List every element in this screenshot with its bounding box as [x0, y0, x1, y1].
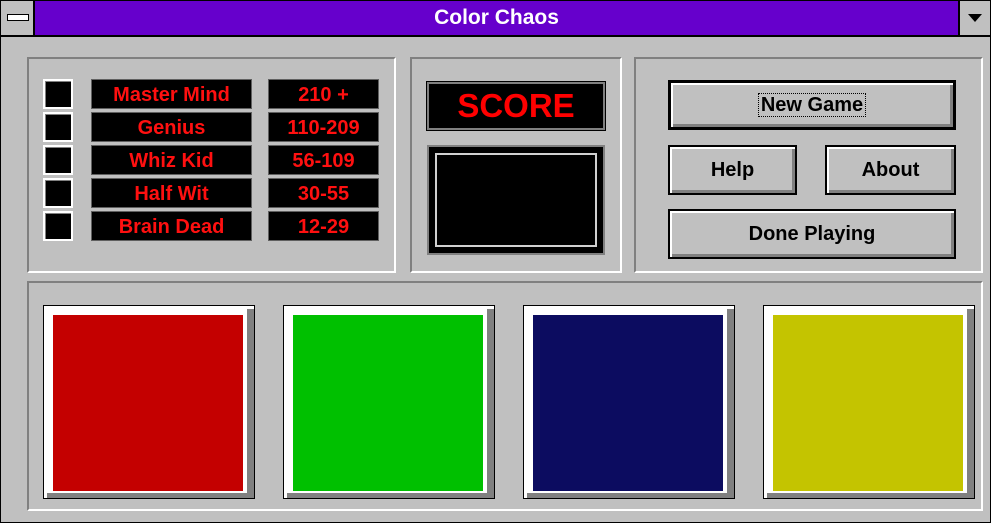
rank-row: Master Mind 210 +	[43, 79, 383, 109]
about-button[interactable]: About	[825, 145, 956, 195]
color-buttons-panel	[27, 281, 983, 511]
rank-name: Master Mind	[91, 79, 252, 109]
minimize-button[interactable]	[958, 1, 990, 35]
green-square	[293, 315, 483, 491]
help-button[interactable]: Help	[668, 145, 797, 195]
rank-row: Genius 110-209	[43, 112, 383, 142]
rank-indicator-light	[43, 79, 73, 109]
rank-row: Half Wit 30-55	[43, 178, 383, 208]
system-menu-button[interactable]	[1, 1, 35, 35]
rank-name: Half Wit	[91, 178, 252, 208]
rank-score-range: 30-55	[268, 178, 379, 208]
rank-indicator-light	[43, 145, 73, 175]
rank-indicator-light	[43, 178, 73, 208]
rank-row: Brain Dead 12-29	[43, 211, 383, 241]
done-playing-button[interactable]: Done Playing	[668, 209, 956, 259]
new-game-label: New Game	[757, 93, 867, 117]
rankings-panel: Master Mind 210 + Genius 110-209 Whiz Ki…	[27, 57, 396, 273]
score-display-frame	[435, 153, 597, 247]
rank-score-range: 110-209	[268, 112, 379, 142]
game-window: Color Chaos Master Mind 210 + Genius 110…	[0, 0, 991, 523]
arrow-down-icon	[968, 14, 982, 22]
rank-score-range: 56-109	[268, 145, 379, 175]
yellow-square	[773, 315, 963, 491]
rank-name: Whiz Kid	[91, 145, 252, 175]
rank-score-range: 12-29	[268, 211, 379, 241]
rank-name: Genius	[91, 112, 252, 142]
rank-name: Brain Dead	[91, 211, 252, 241]
yellow-color-button[interactable]	[763, 305, 975, 499]
rank-row: Whiz Kid 56-109	[43, 145, 383, 175]
score-panel: SCORE	[410, 57, 622, 273]
blue-square	[533, 315, 723, 491]
system-menu-icon	[7, 14, 29, 21]
red-color-button[interactable]	[43, 305, 255, 499]
rank-score-range: 210 +	[268, 79, 379, 109]
title-bar[interactable]: Color Chaos	[1, 1, 990, 37]
blue-color-button[interactable]	[523, 305, 735, 499]
green-color-button[interactable]	[283, 305, 495, 499]
rank-indicator-light	[43, 211, 73, 241]
window-title: Color Chaos	[434, 6, 559, 29]
rank-indicator-light	[43, 112, 73, 142]
red-square	[53, 315, 243, 491]
score-display	[427, 145, 605, 255]
score-label: SCORE	[426, 81, 606, 131]
new-game-button[interactable]: New Game	[668, 80, 956, 130]
controls-panel: New Game Help About Done Playing	[634, 57, 983, 273]
